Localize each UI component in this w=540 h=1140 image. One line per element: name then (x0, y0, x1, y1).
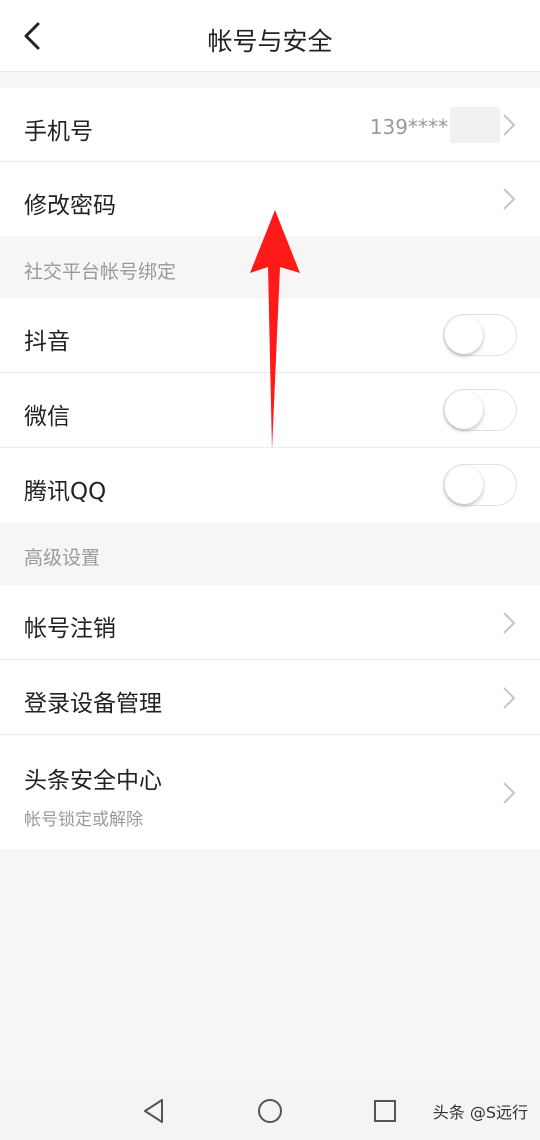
phone-value: 139**** (369, 115, 448, 139)
change-password-label: 修改密码 (24, 193, 116, 219)
account-cancel-row[interactable]: 帐号注销 (0, 585, 540, 660)
chevron-right-icon (503, 188, 516, 210)
social-row-qq: 腾讯QQ (0, 448, 540, 523)
security-center-label: 头条安全中心 (24, 768, 162, 794)
change-password-row[interactable]: 修改密码 (0, 162, 540, 236)
social-section-title: 社交平台帐号绑定 (24, 261, 177, 283)
douyin-toggle[interactable] (443, 314, 517, 356)
chevron-right-icon (503, 687, 516, 709)
watermark: 头条 @S远行 (432, 1103, 528, 1122)
nav-back-icon (144, 1099, 163, 1123)
phone-redaction (450, 107, 500, 143)
social-label: 抖音 (24, 329, 70, 355)
security-center-sublabel: 帐号锁定或解除 (24, 810, 143, 830)
app-header: 帐号与安全 (0, 0, 540, 72)
chevron-right-icon (503, 612, 516, 634)
wechat-toggle[interactable] (443, 389, 517, 431)
chevron-right-icon (503, 114, 516, 136)
account-cancel-label: 帐号注销 (24, 616, 116, 642)
phone-label: 手机号 (24, 119, 93, 145)
device-management-label: 登录设备管理 (24, 691, 162, 717)
phone-row[interactable]: 手机号 139**** (0, 88, 540, 162)
toggle-knob (445, 391, 483, 429)
nav-home-icon (258, 1099, 282, 1123)
toggle-knob (445, 466, 483, 504)
advanced-section-title: 高级设置 (24, 547, 101, 569)
device-management-row[interactable]: 登录设备管理 (0, 660, 540, 735)
page-title: 帐号与安全 (207, 27, 333, 56)
chevron-right-icon (503, 782, 516, 804)
nav-recents-button[interactable] (370, 1096, 400, 1126)
security-center-row[interactable]: 头条安全中心 帐号锁定或解除 (0, 735, 540, 849)
social-row-douyin: 抖音 (0, 298, 540, 373)
nav-recents-icon (374, 1100, 396, 1122)
system-nav-bar: 头条 @S远行 (0, 1082, 540, 1140)
social-label: 腾讯QQ (24, 479, 107, 505)
nav-home-button[interactable] (255, 1096, 285, 1126)
toggle-knob (445, 316, 483, 354)
qq-toggle[interactable] (443, 464, 517, 506)
social-row-wechat: 微信 (0, 373, 540, 448)
social-label: 微信 (24, 404, 70, 430)
nav-back-button[interactable] (140, 1096, 170, 1126)
